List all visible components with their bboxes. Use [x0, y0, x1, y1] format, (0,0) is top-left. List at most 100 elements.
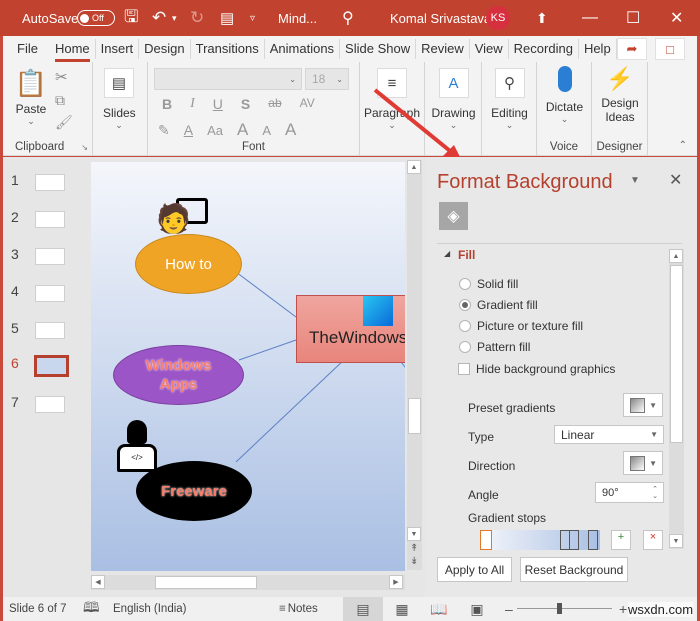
tab-recording[interactable]: Recording: [509, 39, 579, 59]
slide-thumbnail[interactable]: 3: [3, 246, 87, 266]
next-slide-icon[interactable]: ↡: [410, 556, 418, 567]
collapse-ribbon-icon[interactable]: ⌃: [679, 140, 687, 151]
grow-font-button[interactable]: A: [237, 120, 248, 140]
gradient-stop[interactable]: [569, 530, 579, 550]
hide-background-graphics-checkbox[interactable]: Hide background graphics: [458, 362, 615, 376]
shadow-button[interactable]: S: [241, 96, 250, 112]
slide-canvas[interactable]: 🧑 How to Windows Apps </> Freeware TheWin…: [91, 162, 405, 571]
solid-fill-radio[interactable]: Solid fill: [459, 277, 518, 291]
save-icon[interactable]: 🖫: [124, 0, 138, 36]
bold-button[interactable]: B: [162, 96, 172, 112]
close-icon[interactable]: ✕: [670, 0, 683, 36]
change-case-button[interactable]: Aa: [207, 123, 223, 138]
italic-button[interactable]: I: [190, 96, 195, 112]
pattern-fill-radio[interactable]: Pattern fill: [459, 340, 530, 354]
scroll-thumb[interactable]: [408, 398, 421, 434]
freeware-node[interactable]: Freeware: [136, 461, 252, 521]
cut-icon[interactable]: ✂: [55, 68, 68, 86]
character-spacing-button[interactable]: AV: [300, 96, 315, 112]
tab-help[interactable]: Help: [579, 39, 617, 59]
undo-icon[interactable]: ↶: [152, 0, 166, 36]
slide-thumbnail[interactable]: 4: [3, 283, 87, 303]
angle-spinner[interactable]: 90° ⌃ ⌄: [595, 482, 664, 503]
fill-tab[interactable]: ◈: [439, 202, 468, 230]
slide-thumbnail[interactable]: 5: [3, 320, 87, 340]
tab-animations[interactable]: Animations: [265, 39, 341, 59]
user-name[interactable]: Komal Srivastava: [390, 0, 491, 36]
ribbon-display-icon[interactable]: ⬆: [536, 0, 548, 36]
tab-slide-show[interactable]: Slide Show: [340, 39, 417, 59]
pane-options-icon[interactable]: ▼: [630, 175, 640, 186]
avatar[interactable]: KS: [486, 0, 510, 36]
zoom-slider[interactable]: [517, 603, 612, 614]
paste-button[interactable]: 📋 Paste ⌄: [11, 68, 51, 126]
scroll-thumb[interactable]: [670, 265, 683, 443]
zoom-slider-thumb[interactable]: [557, 603, 562, 614]
undo-dropdown-icon[interactable]: ▾: [172, 0, 177, 36]
gradient-stop[interactable]: [480, 530, 492, 550]
tab-file[interactable]: File: [3, 39, 50, 59]
spinner-arrows-icon[interactable]: ⌃ ⌄: [652, 486, 658, 500]
tab-review[interactable]: Review: [416, 39, 470, 59]
slide-thumbnail-selected[interactable]: 6: [3, 355, 87, 377]
design-ideas-button[interactable]: ⚡ Design Ideas: [594, 66, 646, 124]
reading-view-icon[interactable]: 📖: [425, 597, 453, 621]
windows-apps-node[interactable]: Windows Apps: [113, 345, 244, 405]
share-button[interactable]: ➦: [617, 38, 647, 60]
how-to-node[interactable]: How to: [135, 234, 242, 294]
slide-thumbnail[interactable]: 7: [3, 394, 87, 414]
fill-section-header[interactable]: Fill: [458, 248, 475, 262]
font-color-icon[interactable]: A: [184, 122, 193, 138]
apply-to-all-button[interactable]: Apply to All: [437, 557, 512, 582]
notes-button[interactable]: ≡ Notes: [279, 603, 318, 615]
scroll-up-icon[interactable]: ▲: [407, 160, 421, 174]
autosave-toggle[interactable]: Off: [77, 0, 115, 36]
copy-icon[interactable]: ⧉: [55, 92, 65, 109]
format-painter-icon[interactable]: 🖌: [55, 114, 73, 131]
scroll-thumb[interactable]: [155, 576, 257, 589]
remove-gradient-stop-button[interactable]: ×: [643, 530, 663, 550]
minimize-icon[interactable]: —: [582, 0, 598, 36]
dialog-launcher-icon[interactable]: ↘: [81, 143, 88, 152]
pane-scrollbar[interactable]: ▲ ▼: [669, 249, 684, 549]
redo-icon[interactable]: ↻: [190, 0, 204, 36]
slide-thumbnail[interactable]: 1: [3, 172, 87, 192]
scroll-left-icon[interactable]: ◀: [91, 575, 105, 589]
strikethrough-button[interactable]: ab: [268, 96, 281, 112]
clear-formatting-button[interactable]: A: [285, 120, 296, 140]
close-pane-icon[interactable]: ✕: [669, 170, 682, 190]
vertical-scrollbar[interactable]: ▲ ▼ ↟ ↡: [407, 160, 422, 570]
highlight-icon[interactable]: ✎: [158, 122, 170, 139]
accessibility-icon[interactable]: 🕮: [83, 597, 100, 621]
picture-texture-fill-radio[interactable]: Picture or texture fill: [459, 319, 583, 333]
add-gradient-stop-button[interactable]: +: [611, 530, 631, 550]
reset-background-button[interactable]: Reset Background: [520, 557, 628, 582]
gradient-fill-radio[interactable]: Gradient fill: [459, 298, 538, 312]
editing-button[interactable]: ⚲ Editing ⌄: [484, 68, 535, 130]
shrink-font-button[interactable]: A: [262, 123, 271, 138]
tab-insert[interactable]: Insert: [96, 39, 140, 59]
gradient-stop[interactable]: [588, 530, 598, 550]
zoom-out-icon[interactable]: –: [505, 601, 513, 617]
preset-gradients-dropdown[interactable]: ▼: [623, 393, 663, 417]
slideshow-view-icon[interactable]: ▣: [463, 597, 491, 621]
collapse-section-icon[interactable]: ◢: [444, 249, 450, 258]
tab-design[interactable]: Design: [139, 39, 191, 59]
type-dropdown[interactable]: Linear ▼: [554, 425, 664, 444]
tab-transitions[interactable]: Transitions: [191, 39, 265, 59]
present-icon[interactable]: ▤: [220, 0, 234, 36]
font-name-dropdown[interactable]: ⌄: [154, 68, 302, 90]
normal-view-icon[interactable]: ▤: [343, 597, 383, 621]
scroll-right-icon[interactable]: ▶: [389, 575, 403, 589]
slides-button[interactable]: ▤ Slides ⌄: [103, 68, 136, 130]
tab-view[interactable]: View: [470, 39, 509, 59]
direction-dropdown[interactable]: ▼: [623, 451, 663, 475]
comments-button[interactable]: □: [655, 38, 685, 60]
previous-slide-icon[interactable]: ↟: [410, 543, 418, 554]
customize-qat-icon[interactable]: ▿: [250, 0, 255, 36]
underline-button[interactable]: U: [213, 96, 223, 112]
font-size-dropdown[interactable]: 18 ⌄: [305, 68, 349, 90]
dictate-button[interactable]: Dictate ⌄: [539, 66, 590, 124]
slide-sorter-icon[interactable]: ▦: [388, 597, 416, 621]
maximize-icon[interactable]: ☐: [626, 0, 640, 36]
